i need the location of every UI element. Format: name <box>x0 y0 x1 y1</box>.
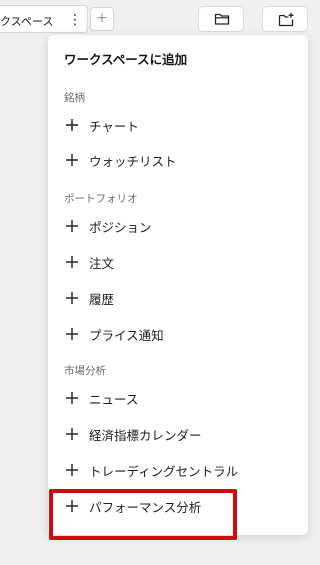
folder-icon <box>214 13 230 25</box>
plus-icon <box>66 256 78 268</box>
menu-item-label: ニュース <box>89 392 139 407</box>
menu-item-price-alerts[interactable]: プライス通知 <box>48 317 308 351</box>
section-label-symbol: 銘柄 <box>64 92 85 104</box>
menu-item-label: トレーディングセントラル <box>89 464 239 479</box>
plus-icon <box>66 464 78 476</box>
menu-item-positions[interactable]: ポジション <box>48 209 308 243</box>
plus-icon <box>66 154 78 166</box>
plus-icon <box>66 392 78 404</box>
menu-item-label: 注文 <box>89 256 115 271</box>
workspace-tabbar: クスペース ⋮ + <box>0 0 315 36</box>
menu-item-chart[interactable]: チャート <box>48 108 308 142</box>
plus-icon <box>66 220 78 232</box>
menu-title: ワークスペースに追加 <box>64 52 188 67</box>
add-tab-button[interactable]: + <box>90 7 114 31</box>
tab-menu-icon[interactable]: ⋮ <box>68 10 82 30</box>
section-label-portfolio: ポートフォリオ <box>64 193 138 205</box>
plus-icon <box>66 428 78 440</box>
plus-icon <box>66 328 78 340</box>
menu-item-label: チャート <box>89 119 139 134</box>
section-label-market-analysis: 市場分析 <box>64 365 106 377</box>
plus-icon <box>66 292 78 304</box>
workspace-tab[interactable]: クスペース ⋮ <box>0 5 88 33</box>
menu-item-label: ウォッチリスト <box>89 154 177 169</box>
menu-item-trading-central[interactable]: トレーディングセントラル <box>48 453 308 487</box>
workspace-tab-label: クスペース <box>0 15 54 28</box>
menu-item-orders[interactable]: 注文 <box>48 245 308 279</box>
menu-item-economic-calendar[interactable]: 経済指標カレンダー <box>48 417 308 451</box>
app-root: クスペース ⋮ + ワークスペースに追加 銘柄 チャート ウォッチリスト ポート… <box>0 0 315 565</box>
highlight-box <box>49 489 237 540</box>
menu-item-label: 経済指標カレンダー <box>89 428 202 443</box>
plus-icon <box>66 119 78 131</box>
new-workspace-button[interactable] <box>262 6 308 32</box>
add-to-workspace-menu: ワークスペースに追加 銘柄 チャート ウォッチリスト ポートフォリオ ポジション… <box>48 35 308 535</box>
open-folder-button[interactable] <box>198 6 244 32</box>
menu-item-label: ポジション <box>89 220 152 235</box>
menu-item-watchlist[interactable]: ウォッチリスト <box>48 143 308 177</box>
menu-item-label: 履歴 <box>89 292 115 307</box>
folder-plus-icon <box>278 12 294 27</box>
menu-item-label: プライス通知 <box>89 328 164 343</box>
menu-item-history[interactable]: 履歴 <box>48 281 308 315</box>
menu-item-news[interactable]: ニュース <box>48 381 308 415</box>
